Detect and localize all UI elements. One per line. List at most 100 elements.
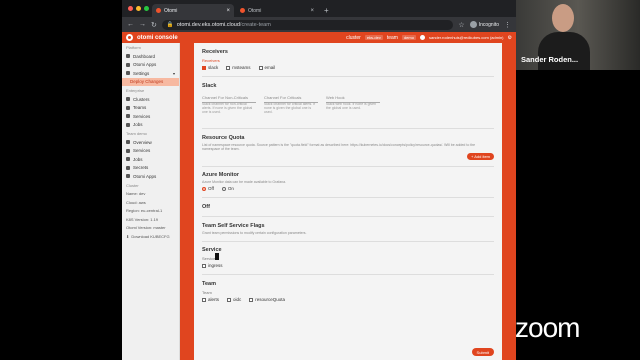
download-kubecfg-link[interactable]: ⬇ Download KUBECFG [122, 232, 179, 241]
star-icon[interactable]: ☆ [458, 21, 464, 29]
cluster-label: cluster [346, 34, 361, 41]
browser-tab-active[interactable]: Otomi × [152, 4, 234, 17]
service-title: Service [202, 247, 222, 254]
azure-title: Azure Monitor [202, 172, 239, 179]
flags-desc: Grant team permissions to modify certain… [202, 230, 307, 235]
address-bar: ← → ↻ 🔒 otomi.dev.eks.otomi.cloud/create… [122, 17, 516, 32]
sidebar-item-jobs[interactable]: Jobs [122, 121, 179, 130]
incognito-indicator[interactable]: Incognito [469, 21, 499, 28]
create-team-form: Receivers Receivers slack msteams email … [194, 43, 502, 360]
off-title: Off [202, 203, 210, 210]
services-icon [126, 114, 130, 119]
sidebar-item-clusters[interactable]: Clusters [122, 95, 179, 104]
minimize-window-icon[interactable] [136, 6, 141, 11]
flag-ingress-checkbox[interactable]: ingress [202, 263, 223, 268]
brand-title: otomi console [137, 34, 178, 41]
otomi-logo-icon [126, 34, 133, 41]
settings-gear-icon[interactable]: ⚙ [508, 35, 512, 41]
flag-alerts-checkbox[interactable]: alerts [202, 297, 219, 302]
tab-close-icon[interactable]: × [310, 8, 314, 14]
new-tab-icon[interactable]: + [324, 4, 329, 17]
sidebar-item-team-jobs[interactable]: Jobs [122, 155, 179, 164]
close-window-icon[interactable] [128, 6, 133, 11]
dashboard-icon [126, 54, 130, 59]
cluster-select[interactable]: eks-dev [364, 35, 383, 40]
participant-name: Sander Roden... [521, 55, 579, 64]
cluster-cloud: Cloud: aws [126, 199, 146, 205]
window-controls [128, 6, 149, 11]
team-sub-label: Team [202, 289, 212, 295]
back-icon[interactable]: ← [127, 21, 134, 28]
team-label: team [386, 34, 398, 41]
apps-icon [126, 174, 130, 179]
sidebar-heading: Enterprise [126, 88, 145, 93]
team-select[interactable]: demo [401, 35, 416, 40]
flags-title: Team Self Service Flags [202, 222, 265, 229]
browser-tab[interactable]: Otomi × [236, 4, 318, 17]
service-sub-label: Service [202, 256, 216, 262]
receivers-sub-label: Receivers [202, 58, 220, 63]
sidebar-item-team-apps[interactable]: Otomi Apps [122, 172, 179, 181]
otomi-app: otomi console cluster eks-dev team demo … [122, 32, 516, 360]
slack-crit-field[interactable]: Channel For Criticals Slack channel for … [264, 95, 318, 114]
user-icon [419, 35, 425, 40]
slack-fields: Channel For Non-Criticals Slack channel … [202, 95, 494, 115]
receiver-slack-checkbox[interactable]: slack [202, 65, 218, 70]
otomi-version: Otomi Version: master [126, 225, 166, 231]
receivers-title: Receivers [202, 49, 228, 55]
slack-noncrit-field[interactable]: Channel For Non-Criticals Slack channel … [202, 95, 256, 114]
sidebar: Platform Dashboard Otomi Apps Settings ▾ … [122, 43, 180, 360]
zoom-share-frame: Otomi × Otomi × + ← → ↻ 🔒 otomi.dev.eks.… [0, 0, 640, 360]
zoom-logo: zoom [515, 312, 580, 343]
cluster-region: Region: eu-central-1 [126, 208, 163, 214]
services-icon [126, 148, 130, 153]
sidebar-item-team-services[interactable]: Services [122, 147, 179, 156]
tab-label: Otomi [164, 7, 178, 14]
sidebar-item-services[interactable]: Services [122, 112, 179, 121]
user-email[interactable]: sander.rodenhuis@redkubes.com (admin) [429, 35, 504, 40]
maximize-window-icon[interactable] [144, 6, 149, 11]
sidebar-item-overview[interactable]: Overview [122, 138, 179, 147]
forward-icon[interactable]: → [139, 21, 146, 28]
sidebar-item-dashboard[interactable]: Dashboard [122, 52, 179, 61]
download-icon: ⬇ [126, 233, 130, 239]
cluster-name: Name: dev [126, 191, 146, 197]
teams-icon [126, 105, 130, 110]
text-cursor-icon [215, 253, 219, 260]
slack-webhook-field[interactable]: Web Hook Slack web hook. If none is give… [326, 95, 380, 115]
menu-icon[interactable]: ⋮ [504, 21, 511, 29]
sidebar-item-secrets[interactable]: Secrets [122, 164, 179, 173]
lock-icon: 🔒 [166, 21, 174, 28]
sidebar-heading: Team demo [126, 131, 147, 136]
service-options: ingress [202, 263, 494, 268]
chevron-down-icon: ▾ [172, 70, 175, 76]
sidebar-item-otomi-apps[interactable]: Otomi Apps [122, 61, 179, 70]
receivers-options: slack msteams email [202, 65, 494, 70]
azure-off-radio[interactable]: Off [202, 186, 214, 191]
sidebar-item-settings[interactable]: Settings ▾ [122, 69, 179, 78]
participant-body [538, 32, 590, 70]
receiver-msteams-checkbox[interactable]: msteams [226, 65, 251, 70]
flag-oidc-checkbox[interactable]: oidc [227, 297, 241, 302]
overview-icon [126, 140, 130, 145]
sidebar-item-deploy-changes[interactable]: Deploy Changes [122, 77, 179, 86]
browser-window: Otomi × Otomi × + ← → ↻ 🔒 otomi.dev.eks.… [122, 0, 516, 360]
team-options: alerts oidc resourceQuota [202, 297, 494, 302]
sidebar-heading: Cluster [126, 182, 139, 188]
settings-icon [126, 71, 130, 76]
add-quota-item-button[interactable]: + Add item [466, 152, 494, 160]
azure-on-radio[interactable]: On [221, 186, 234, 191]
reload-icon[interactable]: ↻ [151, 21, 157, 29]
participant-head [552, 4, 574, 32]
otomi-favicon-icon [240, 8, 245, 13]
receiver-email-checkbox[interactable]: email [258, 65, 275, 70]
tab-close-icon[interactable]: × [226, 8, 230, 14]
submit-button[interactable]: Submit [471, 348, 494, 356]
azure-options: Off On [202, 186, 494, 191]
flag-resourcequota-checkbox[interactable]: resourceQuota [249, 297, 285, 302]
quota-title: Resource Quota [202, 134, 245, 141]
sidebar-item-teams[interactable]: Teams [122, 104, 179, 113]
azure-desc: Azure Monitor data can be made available… [202, 180, 287, 185]
tab-bar: Otomi × Otomi × + [122, 0, 516, 17]
url-input[interactable]: 🔒 otomi.dev.eks.otomi.cloud/create-team [161, 19, 454, 30]
